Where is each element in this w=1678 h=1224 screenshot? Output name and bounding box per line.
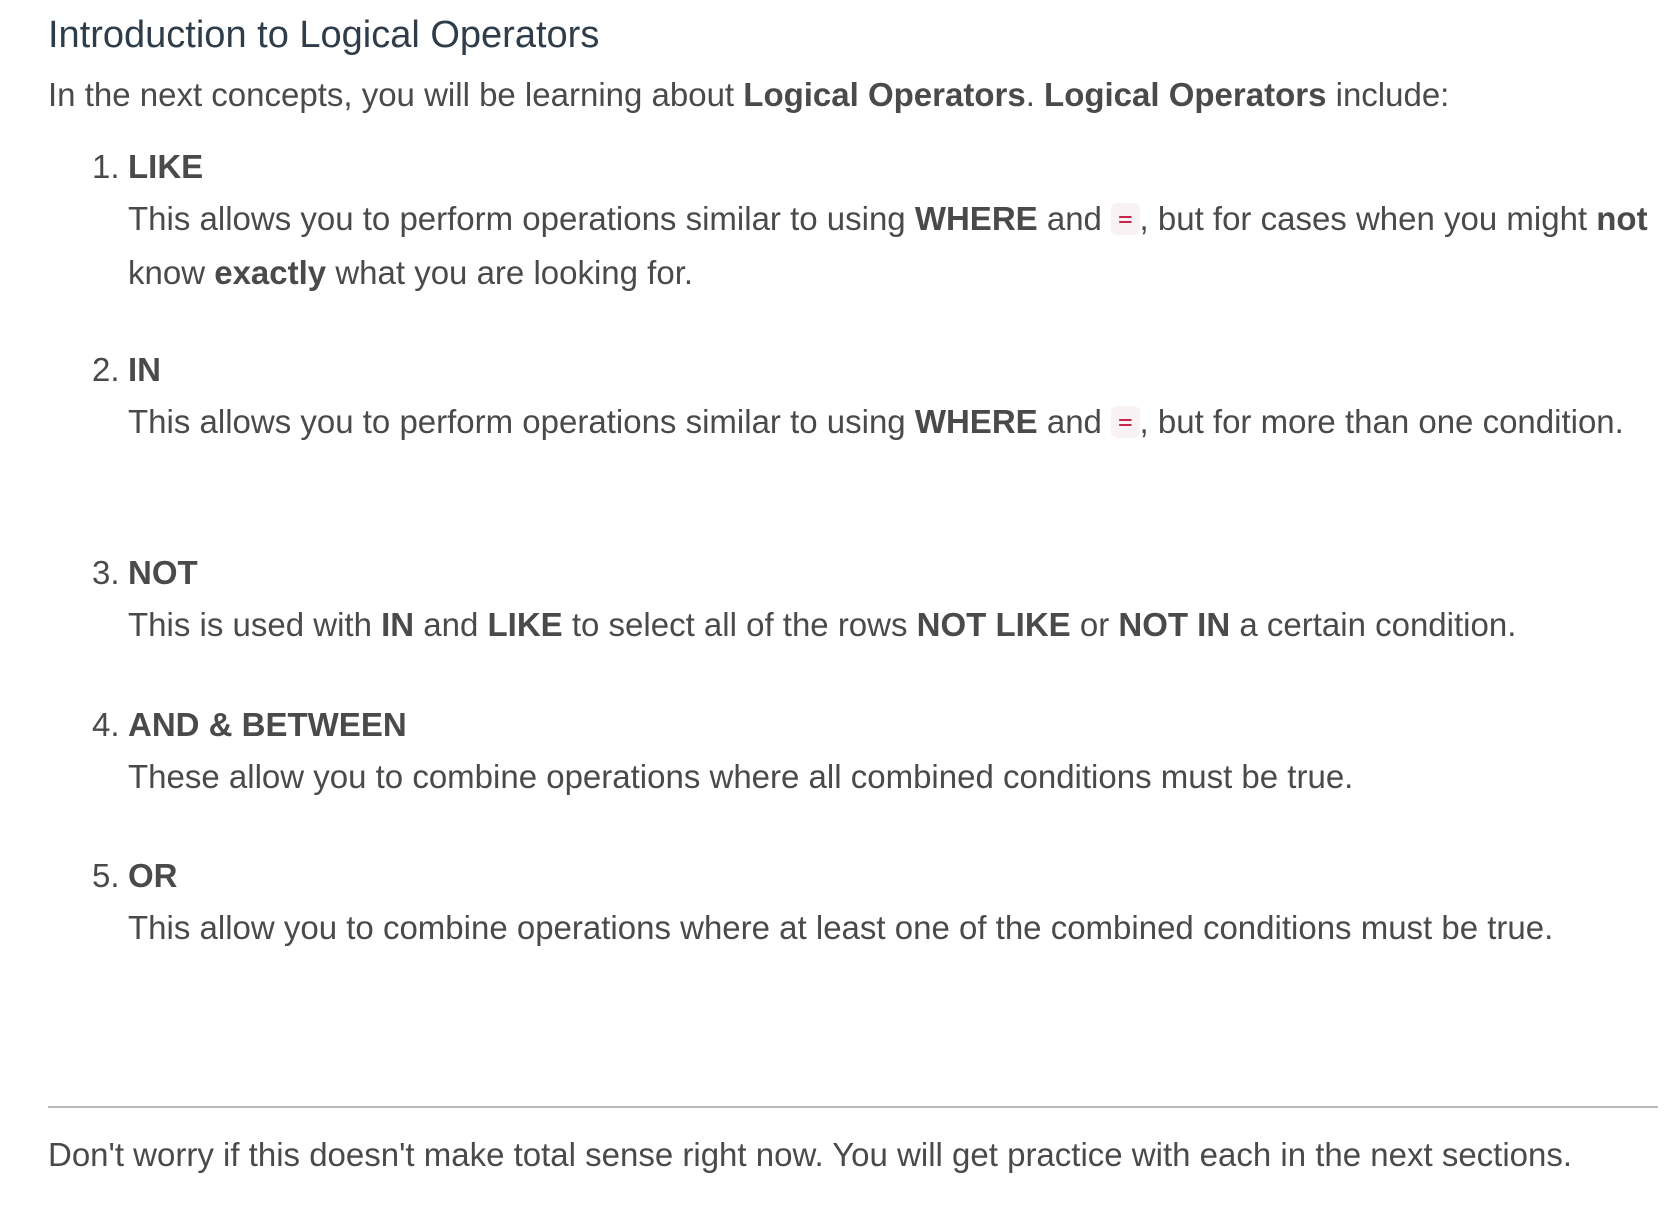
list-item-or: 5. OR This allow you to combine operation… — [92, 851, 1652, 955]
list-item-number: 5. — [92, 857, 120, 894]
list-item-description: This allows you to perform operations si… — [128, 192, 1648, 300]
desc-text: This allows you to perform operations si… — [128, 403, 915, 440]
desc-bold: WHERE — [914, 200, 1038, 237]
desc-text: or — [1070, 606, 1119, 643]
list-item-name: AND & BETWEEN — [128, 706, 407, 743]
horizontal-divider — [48, 1106, 1658, 1108]
intro-text: In the next concepts, you will be learni… — [48, 76, 744, 113]
list-item-number: 2. — [92, 351, 120, 388]
list-item-heading: 4. AND & BETWEEN — [92, 700, 1652, 750]
list-item-not: 3. NOT This is used with IN and LIKE to s… — [92, 548, 1652, 652]
list-item-description: This is used with IN and LIKE to select … — [128, 598, 1648, 652]
list-item-like: 1. LIKE This allows you to perform operat… — [92, 142, 1652, 300]
list-item-heading: 5. OR — [92, 851, 1652, 901]
desc-text: This allows you to perform operations si… — [128, 200, 915, 237]
list-item-description: This allow you to combine operations whe… — [128, 901, 1648, 955]
desc-bold: LIKE — [487, 606, 563, 643]
desc-text: and — [414, 606, 488, 643]
intro-bold-term: Logical Operators — [743, 76, 1026, 113]
list-item-name: OR — [128, 857, 178, 894]
footer-note: Don't worry if this doesn't make total s… — [48, 1136, 1573, 1173]
desc-bold: NOT LIKE — [916, 606, 1071, 643]
list-item-description: These allow you to combine operations wh… — [128, 750, 1648, 804]
list-item-heading: 3. NOT — [92, 548, 1652, 598]
list-item-number: 4. — [92, 706, 120, 743]
inline-code: = — [1111, 203, 1140, 235]
desc-bold: WHERE — [914, 403, 1038, 440]
lesson-page: Introduction to Logical Operators In the… — [0, 0, 1678, 1224]
list-item-heading: 1. LIKE — [92, 142, 1652, 192]
list-item-number: 3. — [92, 554, 120, 591]
list-item-and-between: 4. AND & BETWEEN These allow you to combi… — [92, 700, 1652, 804]
list-item-in: 2. IN This allows you to perform operatio… — [92, 345, 1652, 449]
desc-text: what you are looking for. — [326, 254, 694, 291]
intro-bold-term: Logical Operators — [1044, 76, 1327, 113]
list-item-name: NOT — [128, 554, 198, 591]
desc-text: These allow you to combine operations wh… — [128, 758, 1354, 795]
desc-text: know — [128, 254, 215, 291]
inline-code: = — [1111, 406, 1140, 438]
desc-bold: IN — [381, 606, 415, 643]
list-item-heading: 2. IN — [92, 345, 1652, 395]
list-item-name: LIKE — [128, 148, 204, 185]
desc-text: This allow you to combine operations whe… — [128, 909, 1554, 946]
desc-text: to select all of the rows — [562, 606, 917, 643]
intro-text: . — [1025, 76, 1045, 113]
desc-text: This is used with — [128, 606, 382, 643]
list-item-number: 1. — [92, 148, 120, 185]
list-item-name: IN — [128, 351, 161, 388]
desc-bold: not — [1596, 200, 1648, 237]
desc-text: and — [1037, 200, 1112, 237]
list-item-description: This allows you to perform operations si… — [128, 395, 1648, 449]
desc-bold: NOT IN — [1118, 606, 1231, 643]
desc-text: , but for more than one condition. — [1139, 403, 1624, 440]
desc-text: , but for cases when you might — [1139, 200, 1597, 237]
page-title: Introduction to Logical Operators — [48, 14, 600, 56]
desc-text: and — [1037, 403, 1112, 440]
desc-text: a certain condition. — [1230, 606, 1517, 643]
intro-paragraph: In the next concepts, you will be learni… — [48, 70, 1449, 120]
intro-text: include: — [1326, 76, 1450, 113]
desc-bold: exactly — [214, 254, 327, 291]
